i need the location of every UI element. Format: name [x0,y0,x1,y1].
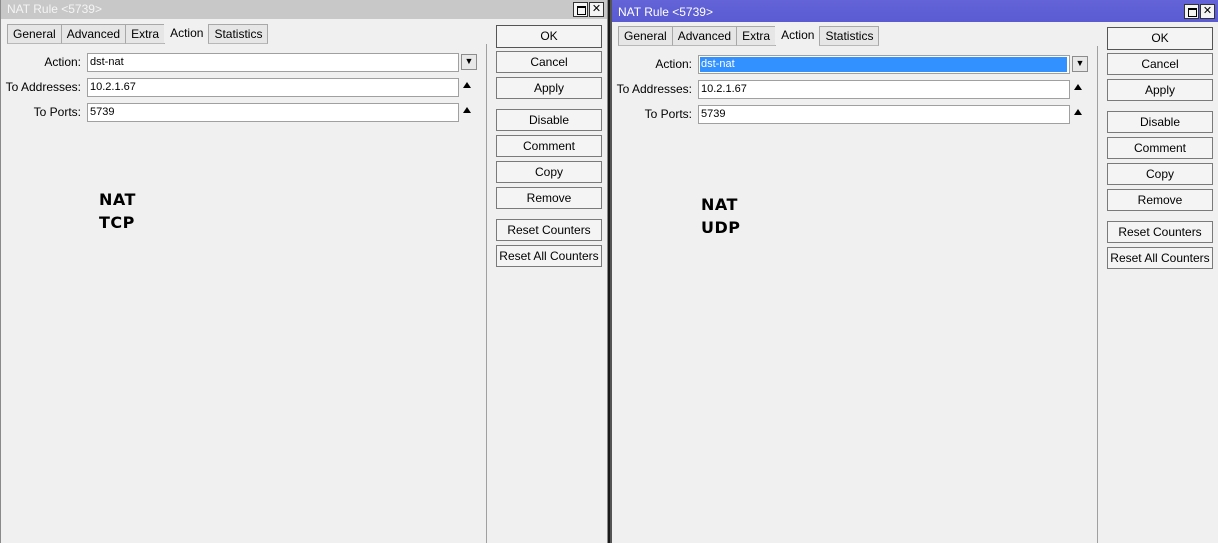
reset-all-counters-button[interactable]: Reset All Counters [1107,247,1213,269]
dropdown-arrow-icon[interactable]: ▼ [1072,56,1088,72]
cancel-button[interactable]: Cancel [496,51,602,73]
action-tab-panel: Action: dst-nat ▼ To Addresses: 10.2.1.6… [1,44,487,543]
maximize-icon[interactable] [573,2,588,17]
to-ports-row: To Ports: 5739 [1,103,487,122]
to-addresses-row: To Addresses: 10.2.1.67 [612,80,1098,99]
to-addresses-row: To Addresses: 10.2.1.67 [1,78,487,97]
action-row: Action: dst-nat ▼ [1,53,487,72]
tab-bar: General Advanced Extra Action Statistics [618,24,880,46]
collapse-up-icon[interactable] [463,107,471,113]
copy-button[interactable]: Copy [496,161,602,183]
collapse-up-icon[interactable] [463,82,471,88]
collapse-up-icon[interactable] [1074,109,1082,115]
to-addresses-label: To Addresses: [5,80,81,94]
ok-button[interactable]: OK [496,25,602,48]
tab-advanced[interactable]: Advanced [60,24,127,44]
annotation-line-1: NAT [99,190,136,209]
to-ports-row: To Ports: 5739 [612,105,1098,124]
remove-button[interactable]: Remove [496,187,602,209]
ok-button[interactable]: OK [1107,27,1213,50]
action-row: Action: dst-nat ▼ [612,55,1098,74]
action-value: dst-nat [90,56,124,68]
close-icon[interactable]: ✕ [1200,4,1215,19]
cancel-button[interactable]: Cancel [1107,53,1213,75]
window-titlebar[interactable]: NAT Rule <5739> ✕ [1,0,607,19]
tab-statistics[interactable]: Statistics [208,24,269,44]
tab-extra[interactable]: Extra [736,26,777,46]
nat-rule-window-left: NAT Rule <5739> ✕ General Advanced Extra… [0,0,608,543]
tab-action[interactable]: Action [164,22,210,43]
to-addresses-input[interactable]: 10.2.1.67 [87,78,459,97]
reset-counters-button[interactable]: Reset Counters [496,219,602,241]
collapse-up-icon[interactable] [1074,84,1082,90]
to-ports-label: To Ports: [33,105,81,119]
annotation-note: NAT UDP [701,193,741,239]
comment-button[interactable]: Comment [1107,137,1213,159]
annotation-line-1: NAT [701,195,738,214]
annotation-line-2: TCP [99,213,135,232]
action-label: Action: [655,57,692,71]
tab-extra[interactable]: Extra [125,24,166,44]
window-title: NAT Rule <5739> [7,2,102,16]
nat-rule-window-right: NAT Rule <5739> ✕ General Advanced Extra… [610,0,1218,543]
disable-button[interactable]: Disable [1107,111,1213,133]
comment-button[interactable]: Comment [496,135,602,157]
disable-button[interactable]: Disable [496,109,602,131]
to-ports-input[interactable]: 5739 [698,105,1070,124]
action-tab-panel: Action: dst-nat ▼ To Addresses: 10.2.1.6… [612,46,1098,543]
tab-bar: General Advanced Extra Action Statistics [7,22,269,44]
apply-button[interactable]: Apply [1107,79,1213,101]
action-label: Action: [44,55,81,69]
to-addresses-label: To Addresses: [616,82,692,96]
reset-counters-button[interactable]: Reset Counters [1107,221,1213,243]
tab-advanced[interactable]: Advanced [671,26,738,46]
to-addresses-input[interactable]: 10.2.1.67 [698,80,1070,99]
tab-action[interactable]: Action [775,24,821,45]
tab-general[interactable]: General [7,24,62,44]
window-titlebar[interactable]: NAT Rule <5739> ✕ [612,0,1218,22]
copy-button[interactable]: Copy [1107,163,1213,185]
close-icon[interactable]: ✕ [589,2,604,17]
to-ports-label: To Ports: [644,107,692,121]
window-title: NAT Rule <5739> [618,5,713,19]
annotation-line-2: UDP [701,218,741,237]
annotation-note: NAT TCP [99,188,136,234]
dropdown-arrow-icon[interactable]: ▼ [461,54,477,70]
remove-button[interactable]: Remove [1107,189,1213,211]
apply-button[interactable]: Apply [496,77,602,99]
maximize-icon[interactable] [1184,4,1199,19]
tab-statistics[interactable]: Statistics [819,26,880,46]
to-ports-input[interactable]: 5739 [87,103,459,122]
reset-all-counters-button[interactable]: Reset All Counters [496,245,602,267]
action-select[interactable]: dst-nat [698,55,1070,74]
action-value: dst-nat [700,57,1067,72]
tab-general[interactable]: General [618,26,673,46]
action-select[interactable]: dst-nat [87,53,459,72]
